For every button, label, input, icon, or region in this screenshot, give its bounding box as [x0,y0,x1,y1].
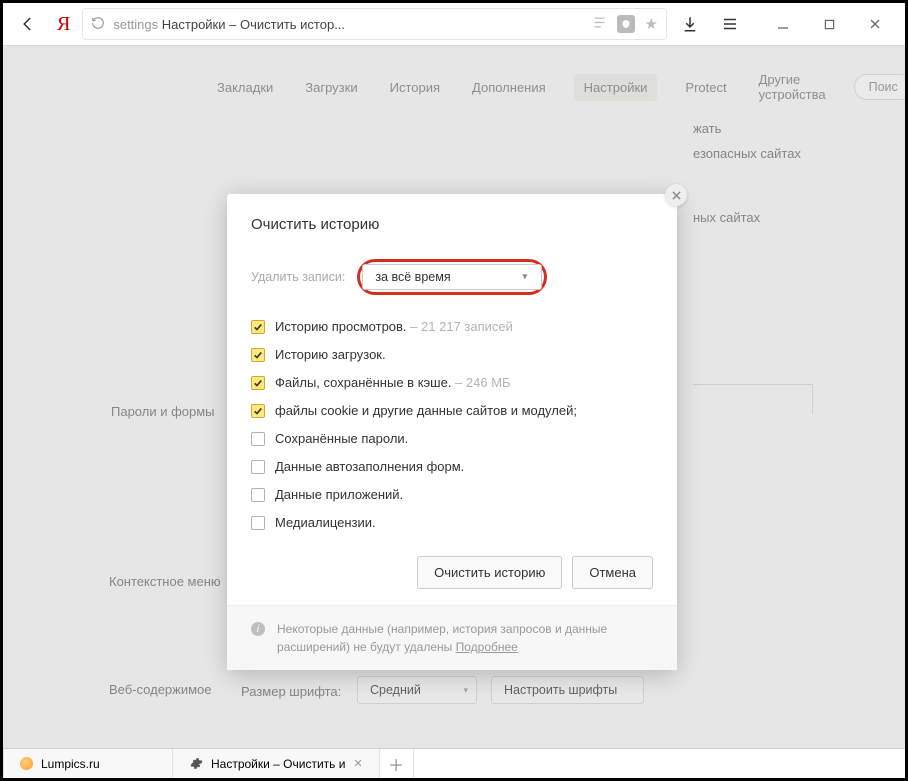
checkbox[interactable] [251,460,265,474]
tab-title: Настройки – Очистить и [211,757,345,771]
footer-note-text: Некоторые данные (например, история запр… [277,622,607,654]
checkbox[interactable] [251,348,265,362]
window-close-button[interactable] [853,7,897,41]
downloads-button[interactable] [673,7,707,41]
browser-tab[interactable]: Lumpics.ru [3,749,173,778]
page-content: Закладки Загрузки История Дополнения Нас… [3,46,905,748]
time-range-select[interactable]: за всё время ▾ [362,264,542,290]
tab-other-devices[interactable]: Другие устройства [755,66,830,108]
checkbox[interactable] [251,320,265,334]
info-icon: i [251,622,265,636]
checkbox-label: файлы cookie и другие данные сайтов и мо… [275,403,577,418]
checkbox-label: Данные автозаполнения форм. [275,459,464,474]
section-passwords-forms: Пароли и формы [111,404,215,419]
tab-history[interactable]: История [386,74,444,101]
settings-tabs: Закладки Загрузки История Дополнения Нас… [213,66,885,108]
protect-shield-icon[interactable] [617,15,635,33]
yandex-logo-icon[interactable]: Я [57,13,70,36]
checkbox-label: Сохранённые пароли. [275,431,408,446]
dialog-close-button[interactable] [665,184,687,206]
clear-history-button[interactable]: Очистить историю [417,556,562,589]
section-context-menu: Контекстное меню [109,574,221,589]
reader-mode-icon[interactable] [592,15,607,33]
checkbox[interactable] [251,516,265,530]
chevron-down-icon: ▾ [522,272,527,283]
tab-addons[interactable]: Дополнения [468,74,550,101]
checkbox-row[interactable]: Историю загрузок. [251,347,653,362]
checkbox-label: Файлы, сохранённые в кэше. – 246 МБ [275,375,511,390]
checkbox-row[interactable]: файлы cookie и другие данные сайтов и мо… [251,403,653,418]
chevron-down-icon: ▾ [463,685,468,696]
font-size-select[interactable]: Средний▾ [357,676,477,704]
bg-text: езопасных сайтах [693,146,801,161]
tab-protect[interactable]: Protect [681,74,730,101]
checkbox-row[interactable]: Файлы, сохранённые в кэше. – 246 МБ [251,375,653,390]
bg-text: жать [693,121,721,136]
bookmark-star-icon[interactable]: ★ [645,15,658,33]
favicon-icon [20,757,33,770]
bg-text: ных сайтах [693,210,760,225]
checkbox-label: Медиалицензии. [275,515,376,530]
font-size-label: Размер шрифта: [241,684,341,699]
checkbox-label: Историю загрузок. [275,347,386,362]
checkbox[interactable] [251,404,265,418]
address-text: settings Настройки – Очистить истор... [113,17,583,32]
tab-close-button[interactable]: ✕ [353,757,362,770]
window-minimize-button[interactable] [761,7,805,41]
tab-strip: Lumpics.ru Настройки – Очистить и ✕ ＋ [3,748,905,778]
reload-icon[interactable] [91,16,105,33]
tab-settings[interactable]: Настройки [574,74,658,101]
dialog-footer-note: i Некоторые данные (например, история за… [227,605,677,670]
tab-bookmarks[interactable]: Закладки [213,74,277,101]
dialog-title: Очистить историю [251,216,653,233]
delete-period-label: Удалить записи: [251,270,345,284]
checkbox-row[interactable]: Историю просмотров. – 21 217 записей [251,319,653,334]
checkbox-row[interactable]: Сохранённые пароли. [251,431,653,446]
back-button[interactable] [11,7,45,41]
checkbox-row[interactable]: Медиалицензии. [251,515,653,530]
checkbox-label: Данные приложений. [275,487,403,502]
highlight-annotation: за всё время ▾ [357,259,547,295]
checkbox[interactable] [251,488,265,502]
checkbox[interactable] [251,432,265,446]
footer-more-link[interactable]: Подробнее [456,640,518,654]
tab-downloads[interactable]: Загрузки [301,74,361,101]
checkbox-label: Историю просмотров. – 21 217 записей [275,319,513,334]
clear-history-dialog: Очистить историю Удалить записи: за всё … [227,194,677,670]
new-tab-button[interactable]: ＋ [380,749,414,778]
browser-tab[interactable]: Настройки – Очистить и ✕ [173,749,380,778]
gear-icon [189,757,203,771]
checkbox[interactable] [251,376,265,390]
cancel-button[interactable]: Отмена [572,556,653,589]
browser-toolbar: Я settings Настройки – Очистить истор...… [3,3,905,46]
tab-title: Lumpics.ru [41,757,100,771]
configure-fonts-button[interactable]: Настроить шрифты [491,676,644,704]
window-maximize-button[interactable] [807,7,851,41]
menu-button[interactable] [713,7,747,41]
section-web-content: Веб-содержимое [109,682,212,697]
settings-search-input[interactable]: Поис [854,74,905,100]
address-bar[interactable]: settings Настройки – Очистить истор... ★ [82,8,667,40]
checkbox-row[interactable]: Данные автозаполнения форм. [251,459,653,474]
checkbox-row[interactable]: Данные приложений. [251,487,653,502]
